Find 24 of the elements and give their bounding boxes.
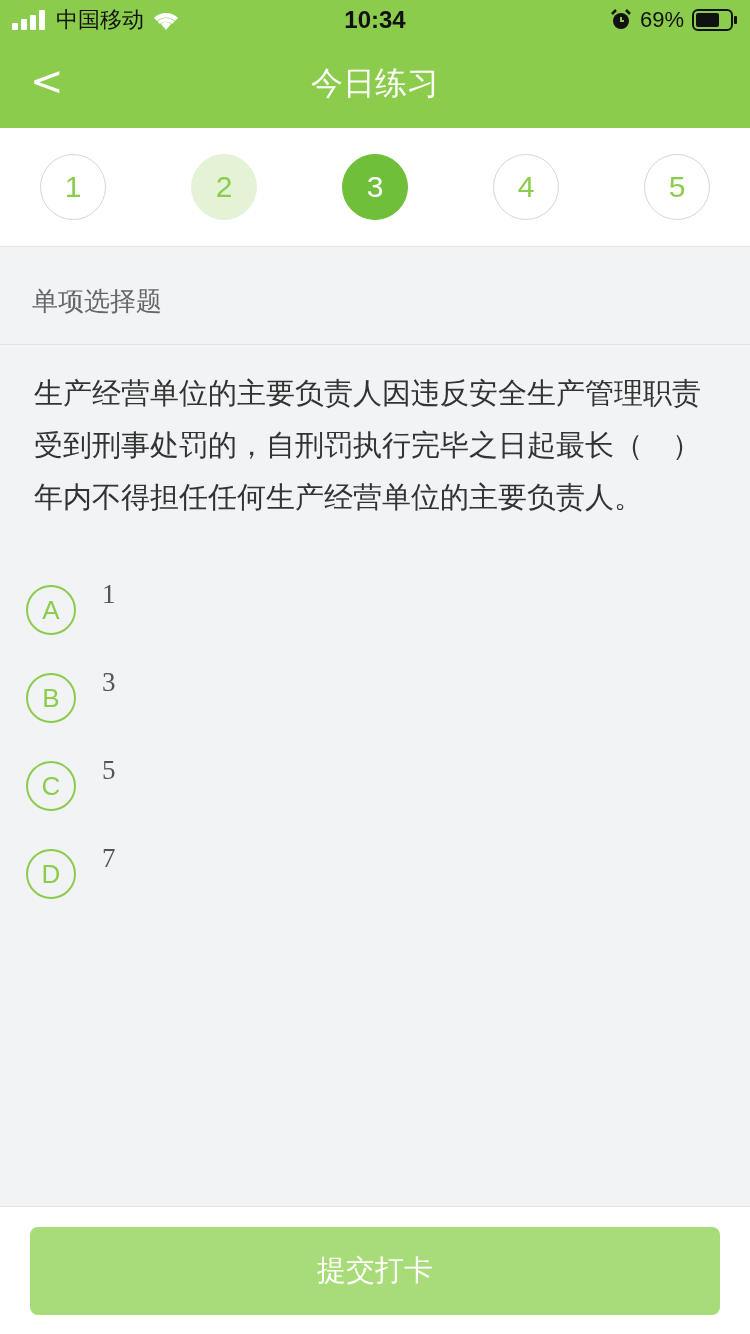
- option-text: 5: [102, 755, 116, 786]
- question-number[interactable]: 1: [40, 154, 106, 220]
- option-radio[interactable]: A: [26, 585, 76, 635]
- option-radio[interactable]: C: [26, 761, 76, 811]
- question-text: 生产经营单位的主要负责人因违反安全生产管理职责受到刑事处罚的，自刑罚执行完毕之日起最长（ ）年内不得担任任何生产经营单位的主要负责人。: [34, 375, 702, 516]
- option-radio[interactable]: D: [26, 849, 76, 899]
- question-number[interactable]: 5: [644, 154, 710, 220]
- option-text: 3: [102, 667, 116, 698]
- question-number[interactable]: 4: [493, 154, 559, 220]
- option-text: 1: [102, 579, 116, 610]
- carrier-name: 中国移动: [56, 6, 144, 34]
- section-heading: 单项选择题: [0, 247, 750, 345]
- question-number[interactable]: 3: [342, 154, 408, 220]
- wifi-icon: [152, 10, 180, 30]
- option-radio[interactable]: B: [26, 673, 76, 723]
- page-title: 今日练习: [311, 63, 439, 104]
- signal-icon: [12, 10, 48, 30]
- option-text: 7: [102, 843, 116, 874]
- battery-icon: [692, 9, 738, 31]
- alarm-icon: [609, 9, 632, 31]
- back-button[interactable]: <: [22, 56, 72, 106]
- question-number[interactable]: 2: [191, 154, 257, 220]
- clock-time: 10:34: [344, 6, 406, 34]
- battery-percent: 69%: [639, 7, 684, 33]
